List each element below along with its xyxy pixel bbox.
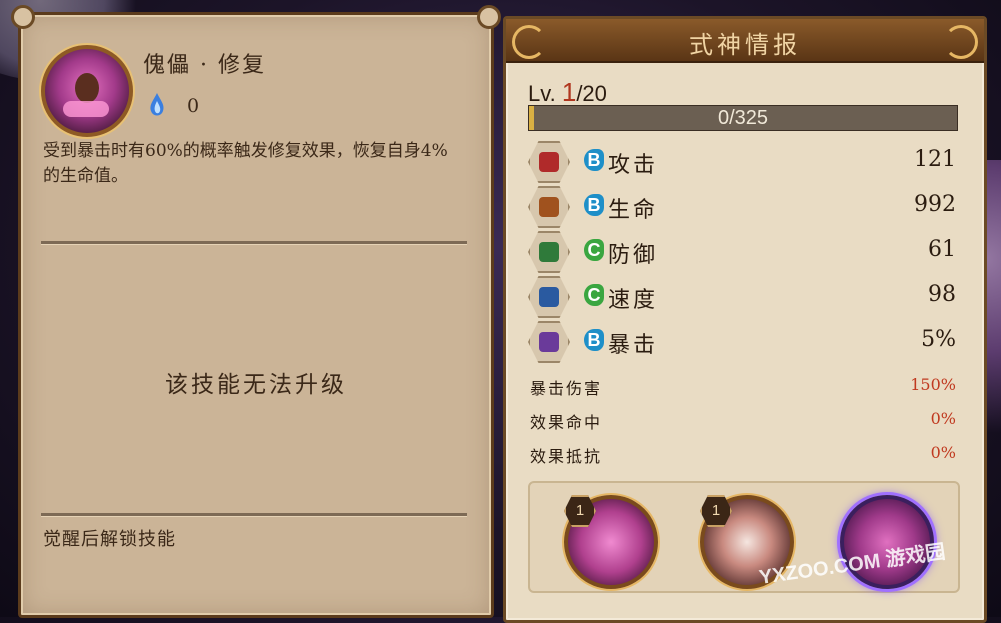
skill-level-badge: 1 [700,495,732,527]
soul-fire-icon [150,93,164,116]
stat-row: B 生命 992 [528,186,956,228]
extra-stat-label: 效果命中 [530,413,603,432]
grade-badge: C [584,239,604,261]
stat-row: B 攻击 121 [528,141,956,183]
extra-stat-value: 0% [930,443,956,462]
skill-level-badge: 1 [564,495,596,527]
extra-stat-row: 暴击伤害 150% [530,375,956,399]
health-icon [528,186,570,228]
exp-bar: 0/325 [528,105,958,131]
extra-stat-label: 效果抵抗 [530,447,603,466]
soul-cost: 0 [187,95,200,117]
extra-stat-row: 效果抵抗 0% [530,443,956,467]
panel-title: 式神情报 [689,31,801,59]
stat-label: 攻击 [608,153,659,178]
level-max: /20 [576,81,607,106]
skill-description: 受到暴击时有60%的概率触发修复效果，恢复自身4%的生命值。 [43,141,448,186]
stat-value: 61 [928,237,956,262]
stat-value: 992 [914,192,956,217]
stat-label: 速度 [608,288,659,313]
skill-portrait-icon [41,45,133,137]
skill-detail-panel: 傀儡 · 修复 0 受到暴击时有60%的概率触发修复效果，恢复自身4%的生命值。… [11,5,501,618]
skill-name: 傀儡 · 修复 [143,53,266,78]
crit-icon [528,321,570,363]
shikigami-info-panel: 式神情报 Lv. 1/20 0/325 B 攻击 121 B 生命 992 C 防御 61 C 速度… [503,16,987,623]
grade-badge: B [584,194,604,216]
skill-slot-1[interactable]: 1 [564,495,658,589]
extra-stat-value: 0% [930,409,956,428]
divider [41,513,467,517]
grade-badge: B [584,149,604,171]
stat-label: 暴击 [608,333,659,358]
grade-badge: C [584,284,604,306]
speed-icon [528,276,570,318]
stat-row: C 速度 98 [528,276,956,318]
level-display: Lv. 1/20 [528,77,607,108]
extra-stat-value: 150% [910,375,956,394]
stat-value: 98 [928,282,956,307]
stat-row: C 防御 61 [528,231,956,273]
skill-tray: 1 1 YXZOO.COM 游戏园 [528,481,960,593]
extra-stat-label: 暴击伤害 [530,379,603,398]
extra-stat-row: 效果命中 0% [530,409,956,433]
grade-badge: B [584,329,604,351]
upgrade-notice: 该技能无法升级 [165,372,347,398]
stat-value: 121 [914,147,956,172]
corner-ornament [477,5,501,29]
awaken-notice: 觉醒后解锁技能 [43,529,176,550]
level-prefix: Lv. [528,81,556,106]
stat-label: 生命 [608,198,659,223]
stat-row: B 暴击 5% [528,321,956,363]
title-bar: 式神情报 [506,19,984,63]
corner-ornament [11,5,35,29]
stat-value: 5% [921,327,956,352]
attack-icon [528,141,570,183]
divider [41,241,467,245]
level-current: 1 [561,77,577,107]
stat-label: 防御 [608,243,659,268]
exp-text: 0/325 [717,107,769,129]
defense-icon [528,231,570,273]
